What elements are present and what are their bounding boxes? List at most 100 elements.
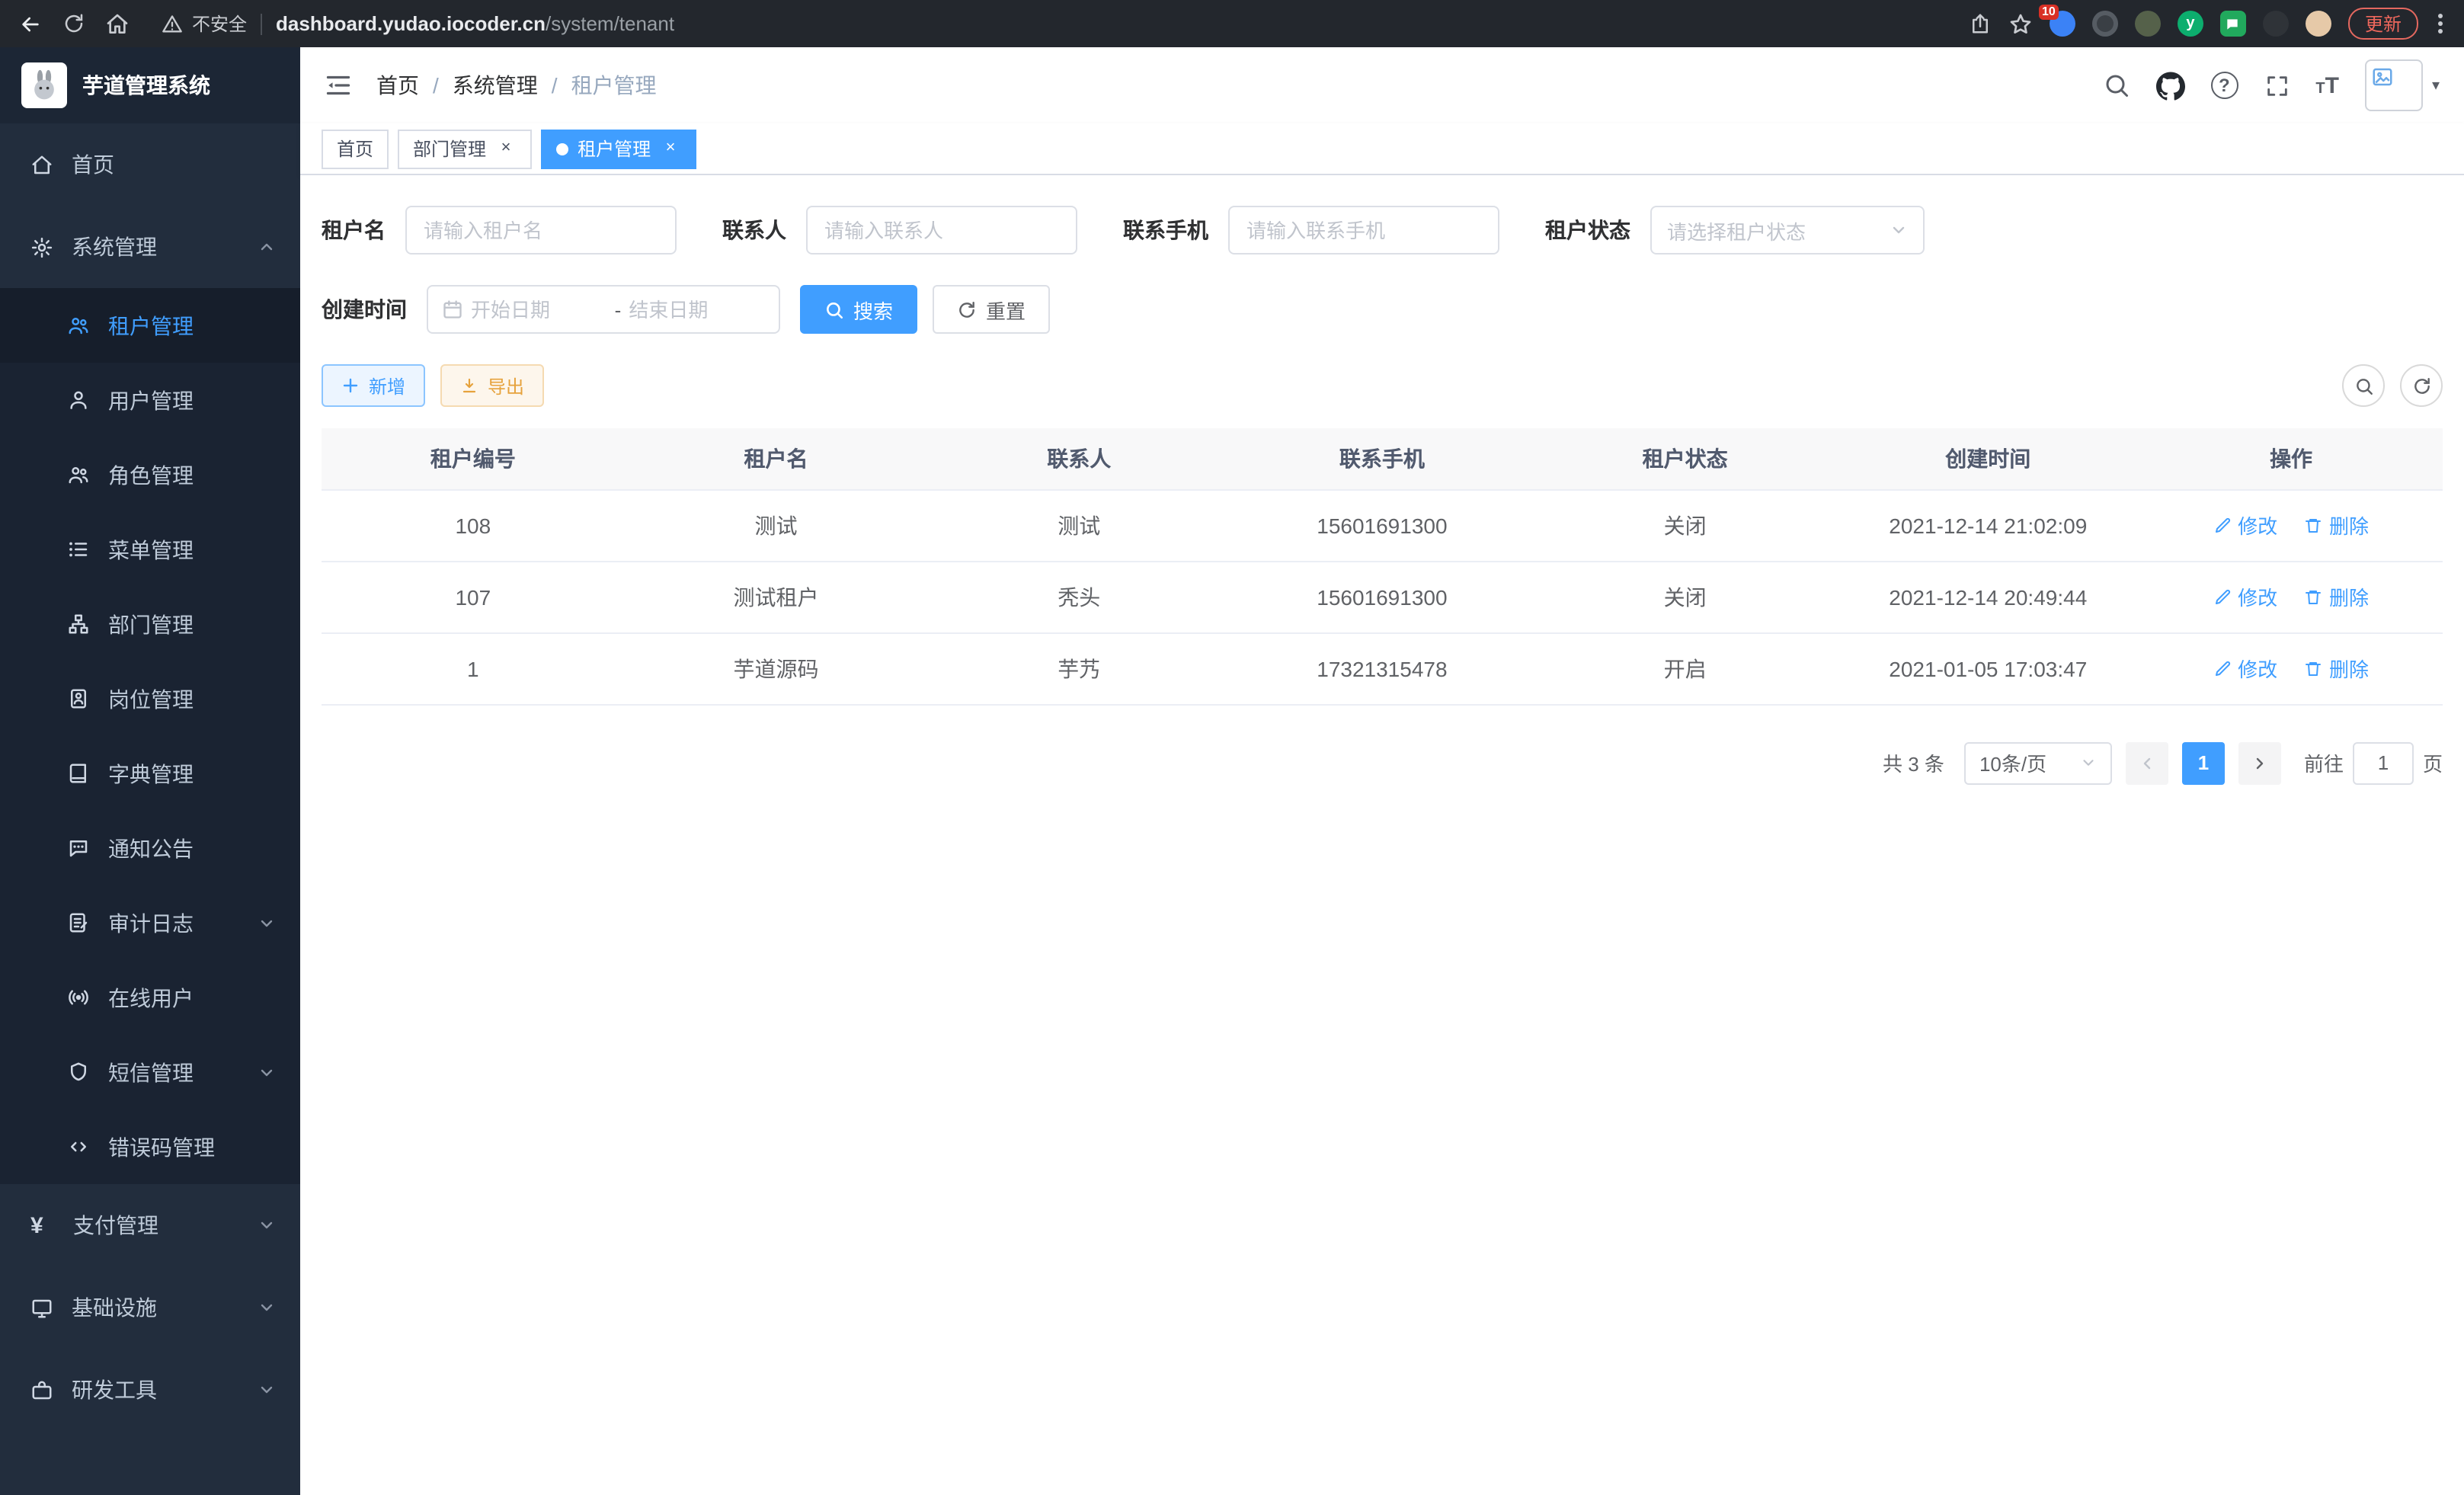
chevron-down-icon: [2080, 754, 2097, 771]
search-button[interactable]: 搜索: [800, 285, 917, 334]
close-icon[interactable]: ×: [660, 138, 681, 159]
trash-icon: [2305, 516, 2323, 534]
extension-icon[interactable]: [2220, 11, 2246, 37]
column-header: 租户名: [625, 428, 928, 489]
sidebar-item-payment[interactable]: ¥ 支付管理: [0, 1184, 300, 1266]
sidebar-item-home[interactable]: 首页: [0, 123, 300, 206]
goto-page-input[interactable]: [2353, 741, 2414, 784]
sidebar-item-audit-log[interactable]: 审计日志: [0, 885, 300, 960]
extension-icon[interactable]: 10: [2050, 11, 2075, 37]
security-warning[interactable]: 不安全: [162, 11, 247, 37]
delete-button[interactable]: 删除: [2305, 511, 2369, 539]
help-icon[interactable]: ?: [2210, 72, 2238, 99]
sidebar-item-posts[interactable]: 岗位管理: [0, 661, 300, 736]
create-time-label: 创建时间: [322, 294, 407, 325]
extension-icon[interactable]: y: [2178, 11, 2203, 37]
table-toolbar: 新增 导出: [322, 364, 2443, 407]
sidebar-item-dev-tools[interactable]: 研发工具: [0, 1349, 300, 1431]
sidebar-item-menus[interactable]: 菜单管理: [0, 512, 300, 587]
sidebar-logo[interactable]: 芋道管理系统: [0, 47, 300, 123]
online-icon: [67, 986, 90, 1009]
page-number-button[interactable]: 1: [2182, 741, 2225, 784]
tenant-name-input[interactable]: [405, 206, 677, 255]
cell-status: 开启: [1534, 632, 1837, 704]
extension-icon[interactable]: [2306, 11, 2331, 37]
contact-input[interactable]: [806, 206, 1077, 255]
sidebar-item-tenant[interactable]: 租户管理: [0, 288, 300, 363]
sidebar-item-system[interactable]: 系统管理: [0, 206, 300, 288]
navbar-actions: ? TT ▾: [2102, 59, 2440, 111]
sidebar-item-users[interactable]: 用户管理: [0, 363, 300, 437]
breadcrumb-item[interactable]: 首页: [376, 70, 419, 101]
extension-icon[interactable]: [2135, 11, 2161, 37]
sidebar-item-depts[interactable]: 部门管理: [0, 587, 300, 661]
pencil-icon: [2213, 659, 2232, 677]
sidebar-item-sms[interactable]: 短信管理: [0, 1035, 300, 1109]
sidebar-item-roles[interactable]: 角色管理: [0, 437, 300, 512]
url-path: /system/tenant: [546, 12, 674, 35]
delete-button[interactable]: 删除: [2305, 582, 2369, 611]
edit-button[interactable]: 修改: [2213, 654, 2277, 683]
github-icon[interactable]: [2155, 71, 2184, 100]
search-icon[interactable]: [2102, 72, 2130, 99]
url-text: dashboard.yudao.iocoder.cn/system/tenant: [276, 12, 674, 35]
sidebar-item-label: 在线用户: [108, 982, 194, 1013]
sidebar-item-label: 错误码管理: [108, 1132, 215, 1162]
sidebar-item-notice[interactable]: 通知公告: [0, 811, 300, 885]
prev-page-button[interactable]: [2126, 741, 2168, 784]
date-range-picker[interactable]: -: [427, 285, 780, 334]
extension-badge: 10: [2039, 5, 2059, 20]
cell-contact: 秃头: [927, 561, 1230, 632]
bookmark-star-icon[interactable]: [2008, 11, 2033, 36]
extension-icon[interactable]: [2092, 11, 2118, 37]
cell-phone: 15601691300: [1230, 489, 1534, 561]
sidebar-item-error-codes[interactable]: 错误码管理: [0, 1109, 300, 1184]
edit-button[interactable]: 修改: [2213, 582, 2277, 611]
extension-icon[interactable]: [2263, 11, 2289, 37]
back-button[interactable]: [18, 11, 43, 36]
browser-update-button[interactable]: 更新: [2348, 8, 2418, 40]
browser-menu-icon[interactable]: [2435, 14, 2446, 34]
tab-label: 租户管理: [578, 136, 651, 162]
status-label: 租户状态: [1545, 215, 1630, 245]
home-button[interactable]: [105, 11, 130, 36]
home-icon: [30, 153, 53, 176]
date-end-input[interactable]: [629, 298, 765, 321]
reload-button[interactable]: [62, 12, 85, 35]
sidebar-item-online-users[interactable]: 在线用户: [0, 960, 300, 1035]
sidebar-item-dict[interactable]: 字典管理: [0, 736, 300, 811]
address-bar[interactable]: 不安全 dashboard.yudao.iocoder.cn/system/te…: [149, 11, 1949, 37]
next-page-button[interactable]: [2238, 741, 2281, 784]
fullscreen-icon[interactable]: [2264, 72, 2290, 98]
breadcrumb-item[interactable]: 系统管理: [453, 70, 538, 101]
tab-dept[interactable]: 部门管理 ×: [398, 129, 532, 168]
sidebar-item-label: 租户管理: [108, 310, 194, 341]
table-refresh-button[interactable]: [2400, 364, 2443, 407]
reset-button[interactable]: 重置: [933, 285, 1050, 334]
edit-button[interactable]: 修改: [2213, 511, 2277, 539]
table-search-toggle-button[interactable]: [2342, 364, 2385, 407]
sidebar-toggle-icon[interactable]: [325, 72, 352, 99]
tab-tenant[interactable]: 租户管理 ×: [541, 129, 696, 168]
notice-icon: [67, 837, 90, 860]
delete-button[interactable]: 删除: [2305, 654, 2369, 683]
font-size-icon[interactable]: TT: [2315, 74, 2339, 97]
status-select[interactable]: 请选择租户状态: [1650, 206, 1925, 255]
tab-home[interactable]: 首页: [322, 129, 389, 168]
contact-label: 联系人: [722, 215, 786, 245]
export-button[interactable]: 导出: [440, 364, 544, 407]
phone-input[interactable]: [1228, 206, 1499, 255]
cell-contact: 芋艿: [927, 632, 1230, 704]
user-icon: [67, 389, 90, 411]
column-header: 租户编号: [322, 428, 625, 489]
user-menu[interactable]: ▾: [2365, 59, 2440, 111]
date-start-input[interactable]: [471, 298, 607, 321]
page-size-select[interactable]: 10条/页: [1964, 741, 2112, 784]
add-button[interactable]: 新增: [322, 364, 425, 407]
chevron-down-icon: [258, 914, 276, 932]
sidebar-item-infra[interactable]: 基础设施: [0, 1266, 300, 1349]
page-content: 租户名 联系人 联系手机 租户状态 请选择租户状态: [300, 175, 2464, 1495]
reset-button-label: 重置: [986, 295, 1026, 324]
share-icon[interactable]: [1969, 12, 1992, 35]
close-icon[interactable]: ×: [495, 138, 517, 159]
